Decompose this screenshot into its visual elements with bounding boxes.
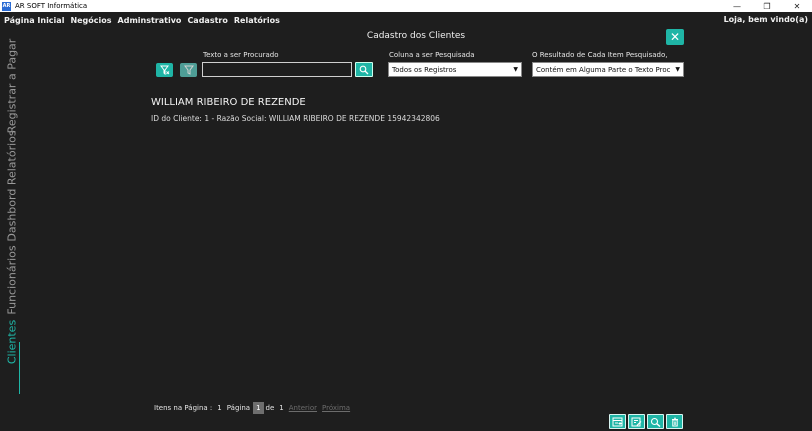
pagination: Itens na Página : 1 Página 1 de 1 Anteri…	[154, 402, 355, 414]
menu-adminstrativo[interactable]: Adminstrativo	[118, 16, 182, 25]
new-record-button[interactable]	[609, 414, 626, 429]
previous-page-link[interactable]: Anterior	[289, 404, 317, 412]
match-mode-value: Contém em Alguma Parte o Texto Procurado	[536, 65, 670, 74]
next-page-link[interactable]: Próxima	[322, 404, 350, 412]
items-per-page-count: 1	[217, 404, 222, 412]
match-mode-label: O Resultado de Cada Item Pesquisado,	[532, 51, 668, 59]
column-label: Coluna a ser Pesquisada	[389, 51, 475, 59]
search-input[interactable]	[202, 62, 352, 77]
column-select-value: Todos os Registros	[392, 65, 457, 74]
menu-cadastro[interactable]: Cadastro	[187, 16, 227, 25]
sidebar-tab-registrar-a-pagar[interactable]: Registrar a Pagar	[6, 39, 19, 134]
window-title: AR SOFT Informática	[15, 2, 88, 10]
new-record-icon	[612, 417, 623, 426]
chevron-down-icon: ▼	[675, 66, 680, 73]
search-button[interactable]	[355, 62, 373, 77]
page-label: Página	[226, 404, 251, 412]
minimize-button[interactable]: —	[722, 0, 752, 12]
active-tab-indicator	[19, 342, 20, 394]
column-select[interactable]: Todos os Registros ▼	[388, 62, 522, 77]
clear-filter-button[interactable]	[156, 63, 173, 77]
sidebar: Registrar a Pagar Dashbord Relatórios Fu…	[0, 30, 24, 394]
menu-relatorios[interactable]: Relatórios	[234, 16, 280, 25]
sidebar-tab-clientes[interactable]: Clientes	[6, 320, 19, 364]
page-title: Cadastro dos Clientes	[366, 31, 466, 41]
delete-record-button[interactable]	[666, 414, 683, 429]
close-form-button[interactable]: ✕	[666, 29, 684, 45]
view-record-button[interactable]	[647, 414, 664, 429]
title-bar: AR AR SOFT Informática — ❐ ✕	[0, 0, 812, 12]
sidebar-tab-funcionarios[interactable]: Funcionários	[6, 245, 19, 314]
sidebar-tab-dashboard-relatorios[interactable]: Dashbord Relatórios	[6, 130, 19, 241]
total-pages: 1	[279, 404, 284, 412]
menu-pagina-inicial[interactable]: Página Inicial	[4, 16, 64, 25]
match-mode-select[interactable]: Contém em Alguma Parte o Texto Procurado…	[532, 62, 684, 77]
filter-icon	[183, 65, 194, 75]
filter-button[interactable]	[180, 63, 197, 77]
menu-bar: Página Inicial Negócios Adminstrativo Ca…	[0, 12, 812, 29]
filter-clear-icon	[159, 65, 169, 75]
app-logo-icon: AR	[2, 1, 11, 11]
user-greeting: Loja, bem vindo(a)	[723, 15, 808, 24]
window-controls: — ❐ ✕	[722, 0, 812, 12]
result-client-name[interactable]: WILLIAM RIBEIRO DE REZENDE	[151, 97, 306, 108]
search-record-icon	[650, 417, 661, 427]
trash-icon	[671, 417, 678, 426]
search-icon	[359, 65, 369, 74]
current-page[interactable]: 1	[253, 402, 264, 414]
close-icon: ✕	[669, 30, 681, 44]
maximize-button[interactable]: ❐	[752, 0, 782, 12]
chevron-down-icon: ▼	[513, 66, 518, 73]
items-per-page-label: Itens na Página :	[154, 404, 213, 412]
search-text-label: Texto a ser Procurado	[203, 51, 279, 59]
window-close-button[interactable]: ✕	[782, 0, 812, 12]
edit-record-icon	[631, 417, 642, 426]
of-label: de	[265, 404, 275, 412]
result-client-detail: ID do Cliente: 1 - Razão Social: WILLIAM…	[151, 114, 440, 123]
edit-record-button[interactable]	[628, 414, 645, 429]
menu-negocios[interactable]: Negócios	[70, 16, 111, 25]
